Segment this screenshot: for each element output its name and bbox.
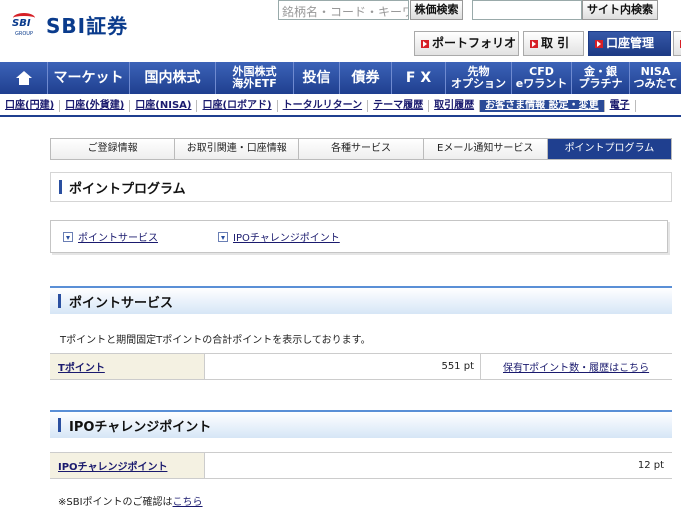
arrow-down-icon xyxy=(63,231,73,242)
subnav-account-foreign[interactable]: 口座(外貨建) xyxy=(60,100,131,112)
main-navigation: マーケット 国内株式 外国株式 海外ETF 投信 債券 F X 先物 オプション… xyxy=(0,62,681,94)
ipo-point-row: IPOチャレンジポイント 12 pt xyxy=(50,452,672,479)
page-title: ポイントプログラム xyxy=(50,172,672,202)
subnav-account-nisa[interactable]: 口座(NISA) xyxy=(130,100,198,112)
tab-email-notification[interactable]: Eメール通知サービス xyxy=(423,139,548,159)
point-description: Tポイントと期間固定Tポイントの合計ポイントを表示しております。 xyxy=(60,335,371,346)
t-point-row: Tポイント 551 pt 保有Tポイント数・履歴はこちら xyxy=(50,353,672,380)
arrow-right-icon xyxy=(421,39,429,48)
subnav-account-robo[interactable]: 口座(ロボアド) xyxy=(197,100,278,112)
tab-services[interactable]: 各種サービス xyxy=(299,139,424,159)
nav-funds[interactable]: 投信 xyxy=(294,62,340,94)
nav-gold[interactable]: 金・銀 プラチナ xyxy=(572,62,630,94)
section-header-point-service: ポイントサービス xyxy=(50,286,672,314)
section-title: ポイントサービス xyxy=(69,295,174,311)
stock-search-button[interactable]: 株価検索 xyxy=(410,0,463,20)
arrow-down-icon xyxy=(595,39,603,48)
subnav-customer-info[interactable]: お客さま情報 設定・変更 xyxy=(480,100,605,112)
sub-navigation: 口座(円建) 口座(外貨建) 口座(NISA) 口座(ロボアド) トータルリター… xyxy=(0,97,681,117)
site-search-button[interactable]: サイト内検索 xyxy=(582,0,658,20)
trade-button[interactable]: 取 引 xyxy=(523,31,584,56)
page-title-text: ポイントプログラム xyxy=(69,181,186,197)
ipo-point-label[interactable]: IPOチャレンジポイント xyxy=(50,453,205,478)
nav-domestic-stocks[interactable]: 国内株式 xyxy=(130,62,216,94)
note-link[interactable]: こちら xyxy=(173,497,203,508)
section-header-ipo-point: IPOチャレンジポイント xyxy=(50,410,672,438)
subnav-electronic[interactable]: 電子 xyxy=(605,100,636,112)
logo-mark-text: SBI xyxy=(12,17,31,29)
settings-tabs: ご登録情報 お取引関連・口座情報 各種サービス Eメール通知サービス ポイントプ… xyxy=(50,138,672,160)
nav-futures-options[interactable]: 先物 オプション xyxy=(446,62,512,94)
anchor-ipo-point[interactable]: IPOチャレンジポイント xyxy=(218,229,340,244)
t-point-history-link[interactable]: 保有Tポイント数・履歴はこちら xyxy=(481,359,649,374)
ipo-point-value: 12 pt xyxy=(637,460,664,471)
arrow-right-icon xyxy=(530,39,538,48)
section-title: IPOチャレンジポイント xyxy=(69,419,212,435)
section-bar-decoration xyxy=(58,294,61,308)
portfolio-button[interactable]: ポートフォリオ xyxy=(414,31,519,56)
note-text: ※SBIポイントのご確認は xyxy=(58,497,173,508)
tab-point-program[interactable]: ポイントプログラム xyxy=(547,139,672,159)
nav-foreign-stocks[interactable]: 外国株式 海外ETF xyxy=(216,62,294,94)
t-point-value: 551 pt xyxy=(441,361,474,372)
anchor-ipo-point-label: IPOチャレンジポイント xyxy=(233,233,340,244)
arrow-down-icon xyxy=(218,231,228,242)
title-bar-decoration xyxy=(59,180,62,194)
tab-registration-info[interactable]: ご登録情報 xyxy=(51,139,176,159)
sbi-group-mark-icon: SBI GROUP xyxy=(12,12,40,38)
anchor-point-service-label: ポイントサービス xyxy=(78,233,158,244)
stock-search-input[interactable]: 銘柄名・コード・キーワード xyxy=(278,0,409,20)
extra-nav-button[interactable] xyxy=(673,31,681,56)
nav-cfd[interactable]: CFD eワラント xyxy=(512,62,572,94)
logo-mark-sub: GROUP xyxy=(15,30,33,37)
anchor-links: ポイントサービス IPOチャレンジポイント xyxy=(50,220,668,253)
account-label: 口座管理 xyxy=(606,36,655,50)
trade-label: 取 引 xyxy=(541,36,570,50)
subnav-theme-history[interactable]: テーマ履歴 xyxy=(368,100,430,112)
home-icon xyxy=(15,71,32,85)
subnav-trade-history[interactable]: 取引履歴 xyxy=(429,100,481,112)
logo-text: SBI証券 xyxy=(46,14,129,38)
sbi-point-note: ※SBIポイントのご確認はこちら xyxy=(58,493,203,508)
nav-fx[interactable]: F X xyxy=(392,62,446,94)
subnav-account-yen[interactable]: 口座(円建) xyxy=(0,100,61,112)
tab-trading-account-info[interactable]: お取引関連・口座情報 xyxy=(175,139,300,159)
nav-market[interactable]: マーケット xyxy=(48,62,130,94)
nav-bonds[interactable]: 債券 xyxy=(340,62,392,94)
sbi-logo[interactable]: SBI GROUP SBI証券 xyxy=(12,10,128,39)
anchor-point-service[interactable]: ポイントサービス xyxy=(63,229,158,244)
nav-nisa[interactable]: NISA つみたて xyxy=(630,62,681,94)
section-bar-decoration xyxy=(58,418,61,432)
subnav-total-return[interactable]: トータルリターン xyxy=(278,100,369,112)
portfolio-label: ポートフォリオ xyxy=(432,36,517,50)
account-management-button[interactable]: 口座管理 xyxy=(588,31,671,56)
t-point-label[interactable]: Tポイント xyxy=(50,354,205,379)
site-search-input[interactable] xyxy=(472,0,582,20)
nav-home[interactable] xyxy=(0,62,48,94)
